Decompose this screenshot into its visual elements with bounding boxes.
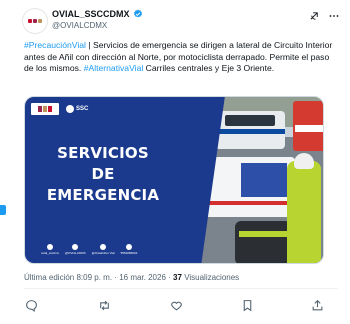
post-time[interactable]: 8:09 p. m. [76, 273, 112, 282]
patrol-car [215, 111, 285, 149]
hashtag-link[interactable]: #PrecauciónVial [24, 40, 86, 50]
views-label: Visualizaciones [184, 273, 240, 282]
display-name[interactable]: OVIAL_SSCCDMX [52, 9, 130, 19]
facebook-icon [100, 244, 107, 250]
officer [287, 153, 321, 263]
tiktok-icon [47, 244, 53, 250]
ambulance [205, 157, 295, 217]
tweet-text: #PrecauciónVial | Servicios de emergenci… [24, 40, 338, 75]
media-title: SERVICIOS DE EMERGENCIA [33, 143, 173, 206]
social-whatsapp: 5552086002 [120, 244, 138, 255]
edited-label[interactable]: Última edición [24, 273, 74, 282]
more-icon[interactable] [328, 10, 340, 22]
fire-truck [293, 101, 323, 151]
social-x: @OVIALCDMX [65, 244, 86, 255]
side-indicator [0, 205, 6, 215]
media-graphic-panel: SSC SERVICIOS DE EMERGENCIA ovial_sscdmx… [25, 97, 225, 263]
tweet-media-image[interactable]: SSC SERVICIOS DE EMERGENCIA ovial_sscdmx… [24, 96, 324, 264]
header-actions [308, 10, 340, 22]
ssc-label: SSC [76, 106, 89, 112]
media-title-line: SERVICIOS [57, 144, 149, 162]
tweet-actions [24, 298, 324, 312]
social-facebook: @Ovialcdmx Vial [92, 244, 115, 255]
avatar-logo-mark [28, 19, 32, 23]
retweet-icon[interactable] [97, 298, 111, 312]
social-tiktok: ovial_sscdmx [41, 244, 59, 255]
views-count: 37 [173, 273, 182, 282]
government-logo [31, 103, 59, 115]
meta-separator: · [114, 273, 117, 282]
motorcycle [235, 221, 291, 263]
social-label: @Ovialcdmx Vial [91, 251, 115, 255]
avatar[interactable] [22, 8, 48, 34]
avatar-logo-mark [38, 19, 42, 23]
media-social-row: ovial_sscdmx @OVIALCDMX @Ovialcdmx Vial … [41, 244, 137, 255]
ssc-logo: SSC [66, 105, 88, 113]
name-row: OVIAL_SSCCDMX [52, 9, 143, 19]
tweet-meta: Última edición 8:09 p. m. · 16 mar. 2026… [24, 273, 239, 282]
post-date[interactable]: 16 mar. 2026 [119, 273, 166, 282]
avatar-logo-mark [33, 19, 37, 23]
bookmark-icon[interactable] [240, 298, 254, 312]
grok-icon[interactable] [308, 10, 320, 22]
media-title-line: DE [91, 165, 115, 183]
meta-separator: · [168, 273, 171, 282]
hashtag-link[interactable]: #AlternativaVial [84, 63, 144, 73]
social-label: ovial_sscdmx [41, 251, 60, 255]
tweet-header: OVIAL_SSCCDMX @OVIALCDMX [22, 8, 340, 34]
handle[interactable]: @OVIALCDMX [52, 21, 107, 30]
social-label: @OVIALCDMX [65, 251, 86, 255]
share-icon[interactable] [310, 298, 324, 312]
logo-strip: SSC [31, 103, 88, 115]
verified-badge-icon [133, 9, 142, 18]
reply-icon[interactable] [24, 298, 38, 312]
divider [24, 288, 338, 289]
media-title-line: EMERGENCIA [46, 186, 160, 204]
heart-icon[interactable] [169, 298, 183, 312]
ssc-emblem-icon [66, 105, 74, 113]
tweet-text-segment: Carriles centrales y Eje 3 Oriente. [143, 63, 275, 74]
tweet: OVIAL_SSCCDMX @OVIALCDMX #PrecauciónVial… [22, 0, 340, 324]
whatsapp-icon [125, 244, 132, 250]
social-label: 5552086002 [120, 251, 138, 255]
x-logo-icon [72, 244, 79, 250]
